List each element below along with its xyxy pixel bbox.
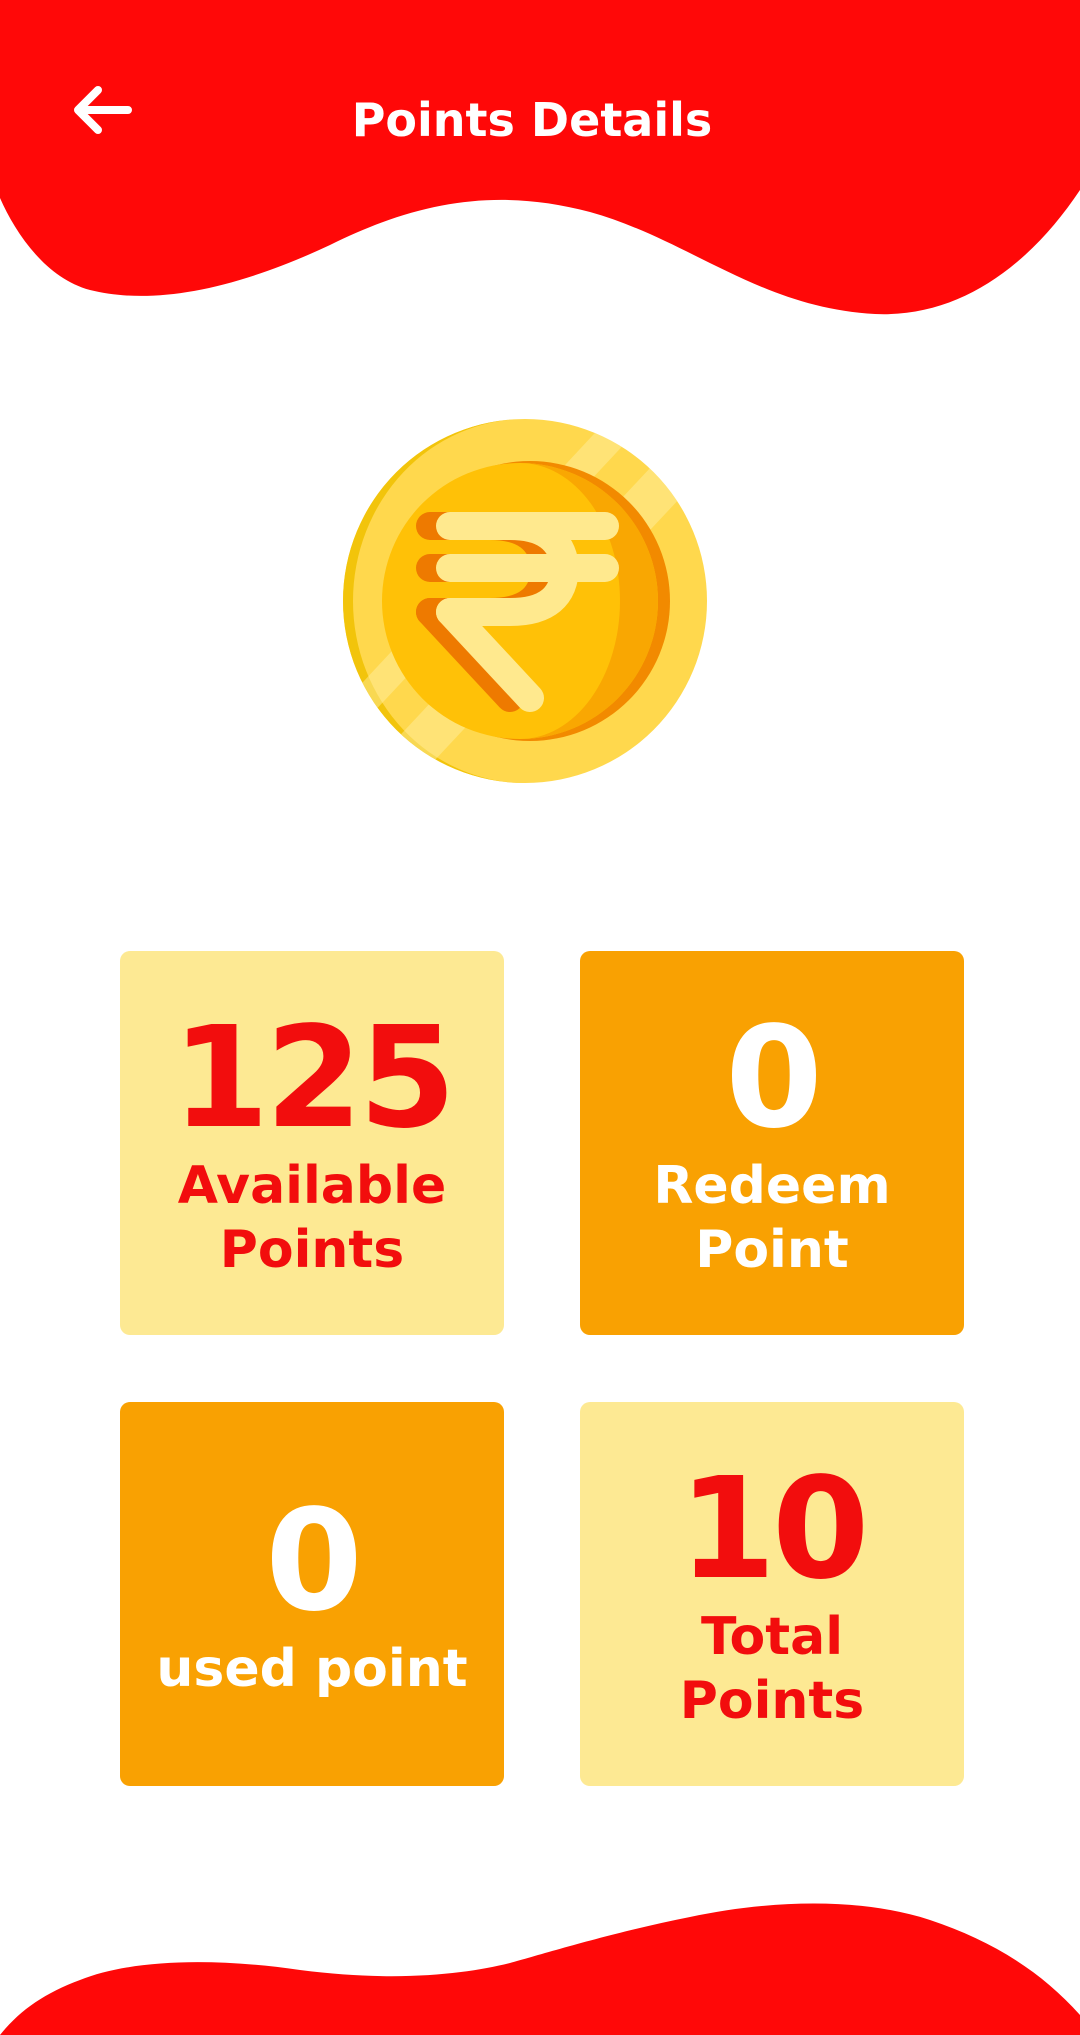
redeem-point-card[interactable]: 0 Redeem Point [580, 951, 964, 1335]
rupee-coin-icon [343, 419, 707, 783]
total-points-label: Total Points [679, 1607, 865, 1731]
available-points-card[interactable]: 125 Available Points [120, 951, 504, 1335]
header-wave [0, 0, 1080, 315]
page-title: Points Details [351, 93, 713, 147]
used-point-card[interactable]: 0 used point [120, 1402, 504, 1786]
available-points-label: Available Points [177, 1156, 447, 1280]
used-point-value: 0 [265, 1480, 362, 1643]
used-point-label: used point [156, 1639, 468, 1699]
total-points-card[interactable]: 10 Total Points [580, 1402, 964, 1786]
available-points-value: 125 [171, 997, 456, 1160]
footer-wave [0, 1903, 1080, 2035]
total-points-value: 10 [678, 1448, 870, 1611]
redeem-point-value: 0 [725, 997, 822, 1160]
redeem-point-label: Redeem Point [653, 1156, 891, 1280]
